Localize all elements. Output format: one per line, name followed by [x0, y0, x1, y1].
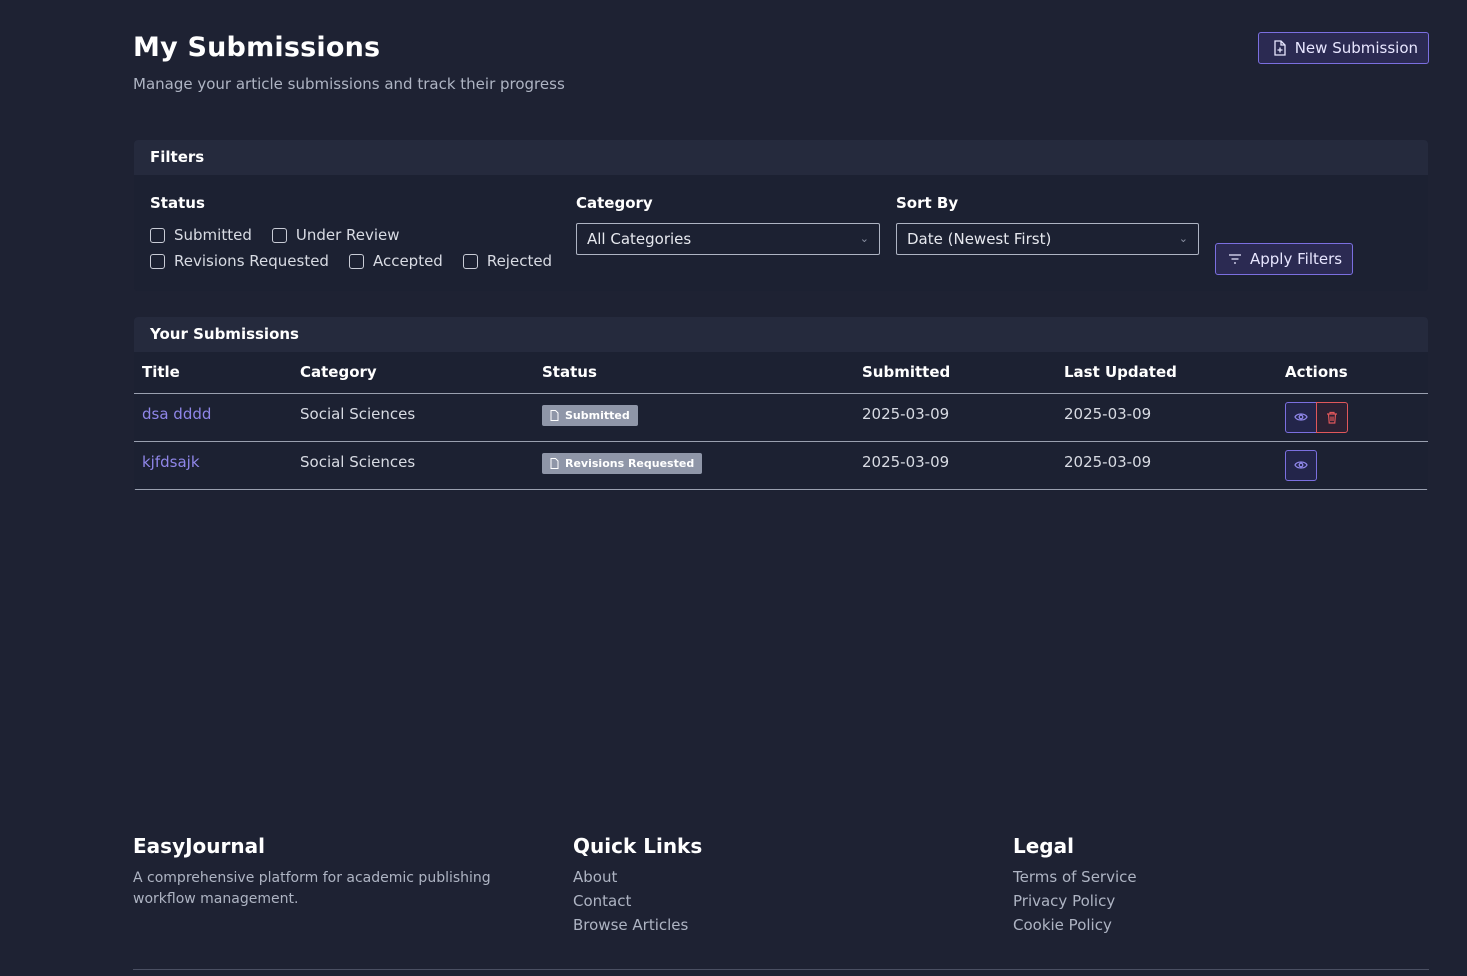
status-checkbox-row-1: Submitted Under Review: [150, 226, 420, 244]
file-plus-icon: [1274, 40, 1286, 56]
table-header-row: Title Category Status Submitted Last Upd…: [134, 352, 1428, 394]
filters-title: Filters: [134, 140, 1428, 175]
category-select-value: All Categories: [587, 230, 692, 248]
status-submitted-option[interactable]: Submitted: [150, 226, 252, 244]
status-checkbox-row-2: Revisions Requested Accepted Rejected: [150, 252, 572, 270]
status-badge-label: Submitted: [565, 408, 630, 422]
footer-brand: EasyJournal: [133, 834, 265, 858]
footer-description: A comprehensive platform for academic pu…: [133, 870, 491, 907]
status-rejected-option[interactable]: Rejected: [462, 252, 553, 270]
column-header-actions: Actions: [1277, 352, 1428, 394]
eye-icon: [1294, 413, 1308, 421]
cell-actions: [1277, 441, 1428, 490]
new-submission-button[interactable]: New Submission: [1257, 32, 1429, 64]
sort-select-value: Date (Newest First): [907, 230, 1052, 248]
eye-icon: [1294, 461, 1308, 469]
status-badge: Revisions Requested: [542, 452, 703, 474]
submission-title-link[interactable]: dsa dddd: [142, 405, 211, 423]
status-label: Status: [150, 194, 205, 212]
page-header: My Submissions Manage your article submi…: [133, 32, 1429, 93]
footer-brand-column: EasyJournal A comprehensive platform for…: [133, 834, 533, 910]
column-header-last-updated[interactable]: Last Updated: [1056, 352, 1277, 394]
status-badge-label: Revisions Requested: [565, 456, 695, 470]
status-revisions-requested-checkbox[interactable]: [150, 253, 165, 269]
footer-divider: [133, 969, 1429, 970]
new-submission-label: New Submission: [1294, 39, 1418, 57]
row-actions: [1285, 449, 1317, 481]
footer-link-browse-articles[interactable]: Browse Articles: [573, 916, 702, 935]
file-icon: [550, 457, 559, 469]
delete-submission-button[interactable]: [1316, 401, 1348, 433]
status-under-review-option[interactable]: Under Review: [271, 226, 400, 244]
category-label: Category: [576, 194, 653, 212]
filter-icon: [1229, 254, 1241, 264]
cell-last-updated: 2025-03-09: [1056, 441, 1277, 490]
column-header-title[interactable]: Title: [134, 352, 292, 394]
submission-title-link[interactable]: kjfdsajk: [142, 453, 200, 471]
file-icon: [550, 409, 559, 421]
chevron-down-icon: ⌄: [859, 232, 869, 245]
filters-card: Filters Status Submitted Under Review Re…: [134, 140, 1428, 291]
page-title: My Submissions: [133, 32, 381, 63]
submissions-card: Your Submissions Title Category Status S…: [134, 317, 1428, 491]
view-submission-button[interactable]: [1285, 401, 1317, 433]
cell-title: dsa dddd: [134, 393, 292, 442]
status-submitted-checkbox[interactable]: [150, 227, 165, 243]
apply-filters-label: Apply Filters: [1250, 250, 1343, 268]
status-rejected-checkbox[interactable]: [462, 253, 478, 269]
sort-select[interactable]: Date (Newest First) ⌄: [896, 223, 1199, 255]
cell-last-updated: 2025-03-09: [1056, 393, 1277, 442]
footer-link-about[interactable]: About: [573, 868, 702, 887]
status-rejected-label: Rejected: [486, 252, 553, 270]
column-header-submitted[interactable]: Submitted: [854, 352, 1056, 394]
table-row: kjfdsajk Social Sciences Revisions Reque…: [134, 441, 1428, 490]
column-header-status[interactable]: Status: [534, 352, 854, 394]
apply-filters-button[interactable]: Apply Filters: [1215, 243, 1354, 275]
status-accepted-option[interactable]: Accepted: [348, 252, 443, 270]
status-submitted-label: Submitted: [174, 226, 252, 244]
status-revisions-requested-option[interactable]: Revisions Requested: [150, 252, 329, 270]
status-accepted-label: Accepted: [372, 252, 443, 270]
submissions-table: Title Category Status Submitted Last Upd…: [134, 352, 1428, 490]
cell-status: Revisions Requested: [534, 441, 854, 490]
column-header-category[interactable]: Category: [292, 352, 534, 394]
cell-actions: [1277, 393, 1428, 442]
status-badge: Submitted: [542, 404, 638, 426]
footer-link-contact[interactable]: Contact: [573, 892, 702, 911]
status-revisions-requested-label: Revisions Requested: [174, 252, 329, 270]
trash-icon: [1327, 411, 1337, 424]
chevron-down-icon: ⌄: [1178, 232, 1188, 245]
cell-category: Social Sciences: [292, 393, 534, 442]
submissions-title: Your Submissions: [134, 317, 1428, 352]
cell-title: kjfdsajk: [134, 441, 292, 490]
footer-quick-links-title: Quick Links: [573, 834, 703, 858]
footer-legal-column: Legal Terms of Service Privacy Policy Co…: [1013, 834, 1137, 935]
cell-category: Social Sciences: [292, 441, 534, 490]
cell-submitted: 2025-03-09: [854, 441, 1056, 490]
footer-link-cookies[interactable]: Cookie Policy: [1013, 916, 1137, 935]
footer-legal-links: Terms of Service Privacy Policy Cookie P…: [1013, 868, 1137, 935]
category-select[interactable]: All Categories ⌄: [576, 223, 880, 255]
cell-submitted: 2025-03-09: [854, 393, 1056, 442]
footer-link-terms[interactable]: Terms of Service: [1013, 868, 1137, 887]
footer-quick-links-column: Quick Links About Contact Browse Article…: [573, 834, 702, 935]
status-accepted-checkbox[interactable]: [348, 253, 364, 269]
sort-label: Sort By: [896, 194, 959, 212]
row-actions: [1285, 401, 1348, 433]
status-under-review-checkbox[interactable]: [271, 227, 287, 243]
footer-quick-links: About Contact Browse Articles: [573, 868, 702, 935]
footer-link-privacy[interactable]: Privacy Policy: [1013, 892, 1137, 911]
status-under-review-label: Under Review: [295, 226, 400, 244]
footer-legal-title: Legal: [1013, 834, 1074, 858]
cell-status: Submitted: [534, 393, 854, 442]
page-subtitle: Manage your article submissions and trac…: [133, 75, 565, 93]
filters-body: Status Submitted Under Review Revisions …: [134, 175, 1428, 291]
table-row: dsa dddd Social Sciences Submitted 2025-…: [134, 393, 1428, 442]
view-submission-button[interactable]: [1285, 449, 1317, 481]
